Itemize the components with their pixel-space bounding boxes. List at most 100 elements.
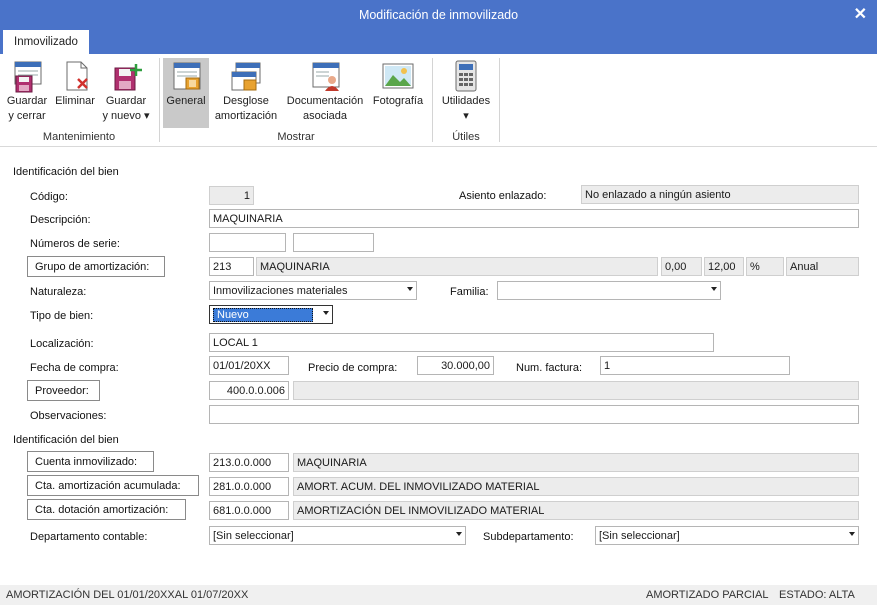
cta-dotacion-name-field: AMORTIZACIÓN DEL INMOVILIZADO MATERIAL [293,501,859,520]
localizacion-field[interactable]: LOCAL 1 [209,333,714,352]
save-new-button[interactable]: Guardar y nuevo ▾ [100,58,152,124]
grupo-code-field[interactable]: 213 [209,257,254,276]
cuenta-inmovilizado-code-field[interactable]: 213.0.0.000 [209,453,289,472]
chevron-down-icon [849,532,855,536]
ribbon-separator [432,58,433,142]
descripcion-label: Descripción: [30,214,91,226]
breakdown-button[interactable]: Desglose amortización [211,58,281,124]
calculator-icon [448,58,484,94]
familia-label: Familia: [450,286,489,298]
observaciones-label: Observaciones: [30,410,107,422]
localizacion-label: Localización: [30,338,94,350]
num-factura-field[interactable]: 1 [600,356,790,375]
departamento-select[interactable]: [Sin seleccionar] [209,526,466,545]
chevron-down-icon [407,287,413,291]
status-amortization-state: AMORTIZADO PARCIAL [646,589,769,601]
num-factura-label: Num. factura: [516,362,583,374]
section-identificacion-1: Identificación del bien [13,166,119,178]
chevron-down-icon [711,287,717,291]
asiento-label: Asiento enlazado: [459,190,547,202]
photo-icon [380,58,416,94]
ribbon-separator [499,58,500,142]
save-close-label-2: y cerrar [8,110,46,122]
delete-icon [57,58,93,94]
close-icon[interactable]: ✕ [854,4,867,24]
group-utiles: Útiles [452,131,480,143]
delete-button[interactable]: Eliminar [52,58,98,109]
documentation-icon [307,58,343,94]
grupo-value2-field: 12,00 [704,257,744,276]
naturaleza-select[interactable]: Inmovilizaciones materiales [209,281,417,300]
departamento-value: [Sin seleccionar] [213,529,294,542]
save-new-label-2: y nuevo ▾ [102,110,150,122]
utilities-button[interactable]: Utilidades ▾ [436,58,496,124]
numeros-serie-label: Números de serie: [30,238,120,250]
general-button[interactable]: General [163,58,209,128]
naturaleza-label: Naturaleza: [30,286,87,298]
subdepartamento-select[interactable]: [Sin seleccionar] [595,526,859,545]
ribbon-separator [159,58,160,142]
general-icon [168,58,204,94]
cta-amortizacion-name-field: AMORT. ACUM. DEL INMOVILIZADO MATERIAL [293,477,859,496]
asiento-field: No enlazado a ningún asiento [581,185,859,204]
precio-compra-field[interactable]: 30.000,00 [417,356,494,375]
asset-form: Identificación del bien Código: 1 Asient… [0,148,877,585]
breakdown-icon [228,58,264,94]
fecha-compra-field[interactable]: 01/01/20XX [209,356,289,375]
breakdown-label-1: Desglose [223,95,269,107]
ribbon: Guardar y cerrar Eliminar Guardar y nuev… [0,54,877,147]
grupo-period-field: Anual [786,257,859,276]
cuenta-inmovilizado-name-field: MAQUINARIA [293,453,859,472]
delete-label: Eliminar [55,95,95,107]
cta-dotacion-button[interactable]: Cta. dotación amortización: [27,499,186,520]
cuenta-inmovilizado-button[interactable]: Cuenta inmovilizado: [27,451,154,472]
codigo-label: Código: [30,191,68,203]
status-bar: AMORTIZACIÓN DEL 01/01/20XXAL 01/07/20XX… [0,585,877,605]
fecha-compra-label: Fecha de compra: [30,362,119,374]
familia-select[interactable] [497,281,721,300]
utilities-label-2: ▾ [463,110,469,122]
naturaleza-value: Inmovilizaciones materiales [213,284,348,297]
numero-serie-field-1[interactable] [209,233,286,252]
documentation-label-1: Documentación [286,95,364,107]
chevron-down-icon [323,311,329,315]
title-bar: Modificación de inmovilizado ✕ [0,0,877,30]
grupo-amortizacion-button[interactable]: Grupo de amortización: [27,256,165,277]
proveedor-name-field [293,381,859,400]
observaciones-field[interactable] [209,405,859,424]
status-estado: ESTADO: ALTA [779,589,855,601]
proveedor-code-field[interactable]: 400.0.0.006 [209,381,289,400]
save-new-icon [108,58,144,94]
tab-inmovilizado[interactable]: Inmovilizado [3,30,89,54]
codigo-field[interactable]: 1 [209,186,254,205]
chevron-down-icon [456,532,462,536]
cta-dotacion-code-field[interactable]: 681.0.0.000 [209,501,289,520]
section-identificacion-2: Identificación del bien [13,434,119,446]
group-mantenimiento: Mantenimiento [42,131,116,143]
subdepartamento-label: Subdepartamento: [483,531,574,543]
numero-serie-field-2[interactable] [293,233,374,252]
cta-amortizacion-button[interactable]: Cta. amortización acumulada: [27,475,199,496]
grupo-name-field: MAQUINARIA [256,257,658,276]
ribbon-tab-row: Inmovilizado [0,30,877,54]
tipo-bien-select[interactable]: Nuevo [209,305,333,324]
tipo-bien-label: Tipo de bien: [30,310,94,322]
cta-amortizacion-code-field[interactable]: 281.0.0.000 [209,477,289,496]
save-new-label-1: Guardar [105,95,147,107]
window-title: Modificación de inmovilizado [358,8,519,22]
documentation-label-2: asociada [302,110,348,122]
save-close-icon [9,58,45,94]
subdepartamento-value: [Sin seleccionar] [599,529,680,542]
proveedor-button[interactable]: Proveedor: [27,380,100,401]
departamento-label: Departamento contable: [30,531,148,543]
utilities-label-1: Utilidades [441,95,491,107]
general-label: General [166,95,206,107]
breakdown-label-2: amortización [214,110,278,122]
documentation-button[interactable]: Documentación asociada [283,58,367,124]
descripcion-field[interactable]: MAQUINARIA [209,209,859,228]
precio-compra-label: Precio de compra: [308,362,398,374]
photo-button[interactable]: Fotografía [369,58,427,109]
save-close-label-1: Guardar [6,95,48,107]
save-close-button[interactable]: Guardar y cerrar [4,58,50,124]
photo-label: Fotografía [372,95,424,107]
